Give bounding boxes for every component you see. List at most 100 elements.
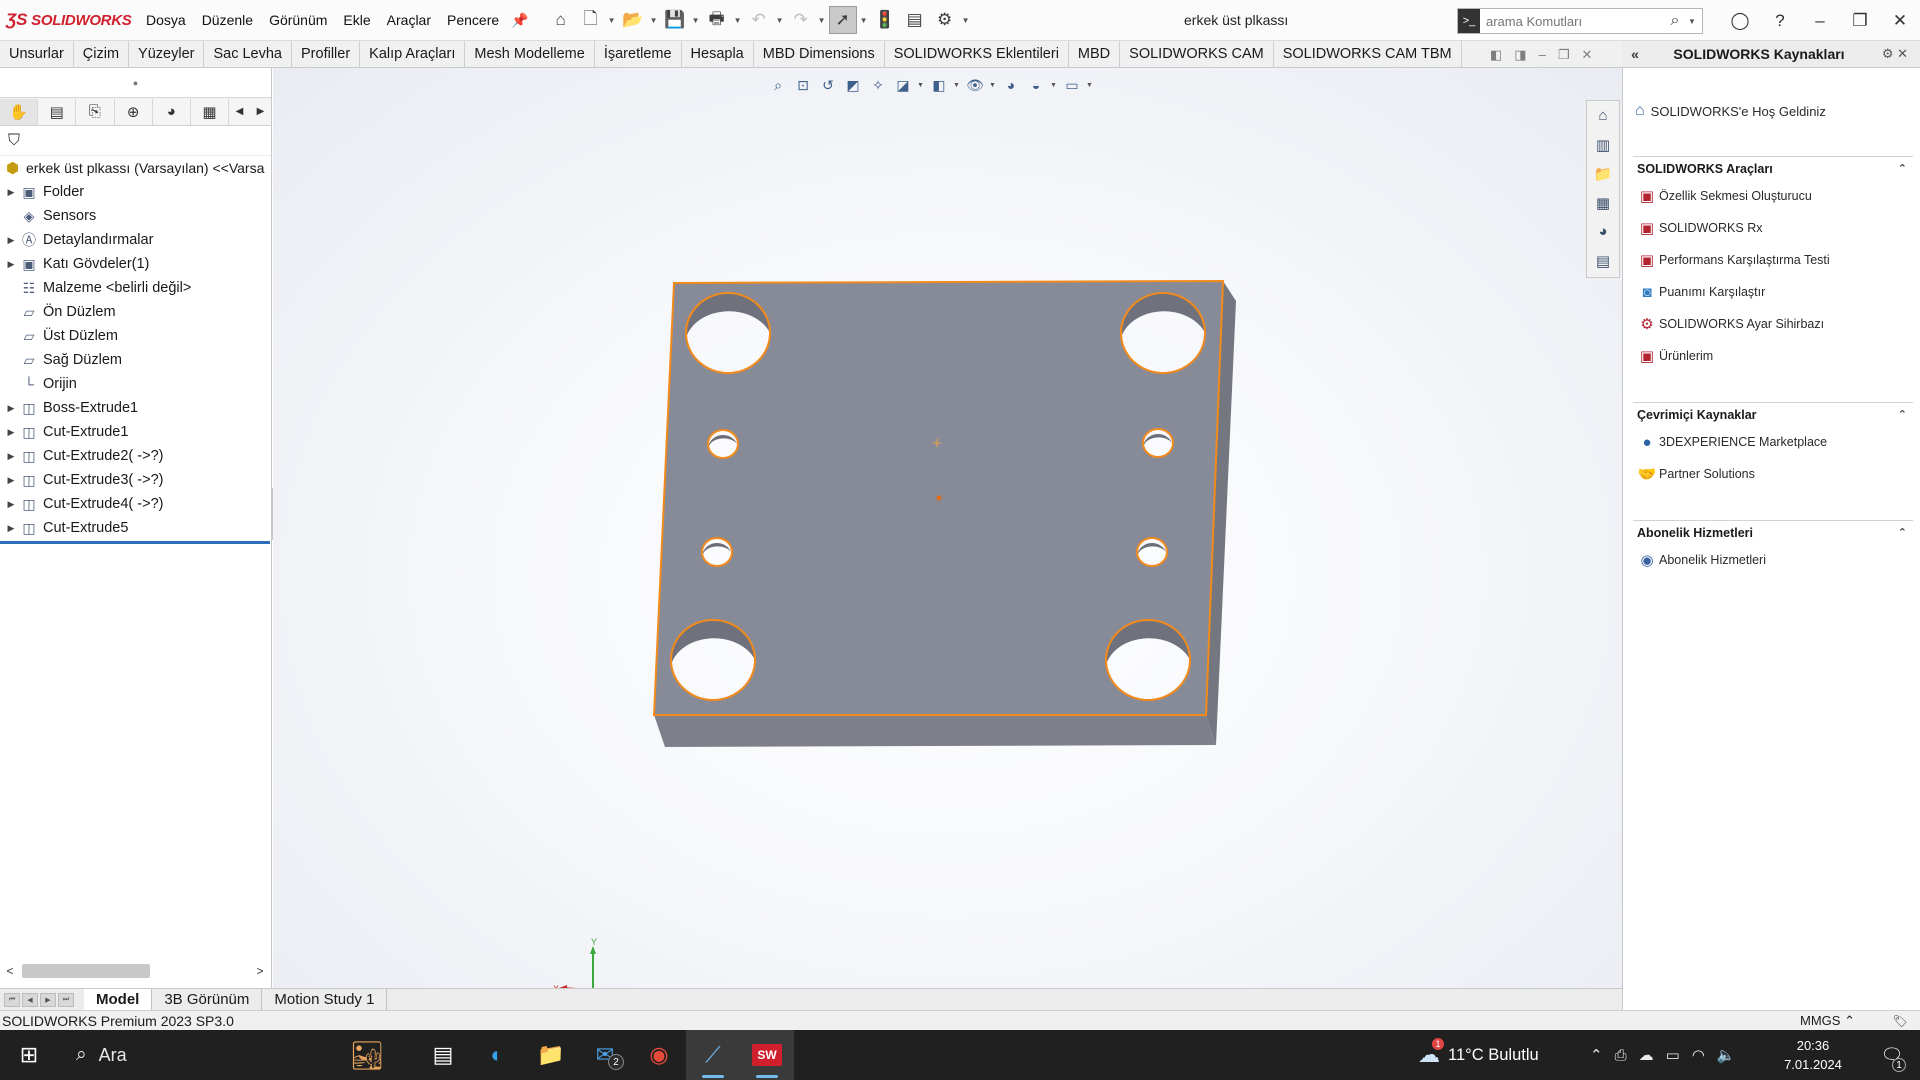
redo-icon[interactable]: ↷ (787, 6, 815, 34)
view-palette-tab-icon[interactable]: ▦ (1588, 188, 1618, 217)
tab-unsurlar[interactable]: Unsurlar (0, 41, 74, 67)
expand-icon[interactable]: ▶ (0, 451, 18, 462)
chevron-down-icon[interactable]: ▼ (691, 16, 701, 25)
chevron-down-icon[interactable]: ▼ (649, 16, 659, 25)
open-icon[interactable]: 📂 (619, 6, 647, 34)
chevron-down-icon[interactable]: ▼ (817, 16, 827, 25)
expand-icon[interactable]: ▶ (0, 499, 18, 510)
resource-property-tab-builder[interactable]: ▣ Özellik Sekmesi Oluşturucu (1633, 180, 1913, 212)
section-title[interactable]: Çevrimiçi Kaynaklar ⌃ (1633, 402, 1913, 426)
home-icon[interactable]: ⌂ (547, 6, 575, 34)
chevron-up-icon[interactable]: ⌃ (1898, 526, 1907, 539)
onedrive-icon[interactable]: ☁ (1639, 1046, 1654, 1064)
mail-icon[interactable]: ✉ 2 (578, 1030, 632, 1080)
chevron-down-icon[interactable]: ▼ (607, 16, 617, 25)
scroll-right-icon[interactable]: > (250, 964, 270, 978)
tab-yuzeyler[interactable]: Yüzeyler (129, 41, 205, 67)
file-properties-icon[interactable]: ▤ (901, 6, 929, 34)
welcome-link[interactable]: ⌂ SOLIDWORKS'e Hoş Geldiniz (1635, 102, 1826, 120)
tree-item-cut-extrude2[interactable]: ▶ ◫ Cut-Extrude2( ->?) (0, 444, 271, 468)
expand-icon[interactable]: ▶ (0, 403, 18, 414)
print-icon[interactable]: 🖶 (703, 6, 731, 34)
tree-item-cut-extrude4[interactable]: ▶ ◫ Cut-Extrude4( ->?) (0, 492, 271, 516)
status-tag-icon[interactable]: 🏷 (1880, 1014, 1920, 1028)
resource-3dexperience-marketplace[interactable]: ● 3DEXPERIENCE Marketplace (1633, 426, 1913, 458)
expand-icon[interactable]: ▶ (0, 259, 18, 270)
tab-isaretleme[interactable]: İşaretleme (595, 41, 682, 67)
next-tab-icon[interactable]: ▶ (40, 992, 56, 1007)
tree-item-top-plane[interactable]: ▱ Üst Düzlem (0, 324, 271, 348)
menu-dosya[interactable]: Dosya (138, 0, 194, 41)
tab-cizim[interactable]: Çizim (74, 41, 130, 67)
cam-tab-icon[interactable]: ▦ (191, 98, 230, 125)
dimxpert-tab-icon[interactable]: ⊕ (115, 98, 153, 125)
chevron-up-icon[interactable]: ⌃ (1898, 408, 1907, 421)
tree-item-origin[interactable]: └ Orijin (0, 372, 271, 396)
chrome-icon[interactable]: ◉ (632, 1030, 686, 1080)
resource-performance-benchmark[interactable]: ▣ Performans Karşılaştırma Testi (1633, 244, 1913, 276)
property-manager-tab-icon[interactable]: ▤ (38, 98, 77, 125)
graphics-area[interactable]: ⌕ ⊡ ↺ ◩ ✧ ◪ ▼ ◧ ▼ 👁 ▼ ◕ ◒ ▼ ▭ ▼ Y (273, 68, 1622, 990)
chevron-down-icon[interactable]: ▼ (859, 16, 869, 25)
volume-icon[interactable]: 🔈 (1717, 1046, 1736, 1064)
tree-item-right-plane[interactable]: ▱ Sağ Düzlem (0, 348, 271, 372)
search-highlight-icon[interactable]: 🏜 (318, 1030, 416, 1080)
tree-item-material[interactable]: ☷ Malzeme <belirli değil> (0, 276, 271, 300)
doc-close-icon[interactable]: ✕ (1581, 47, 1592, 63)
resource-settings-wizard[interactable]: ⚙ SOLIDWORKS Ayar Sihirbazı (1633, 308, 1913, 340)
tree-root-part[interactable]: ⬢ erkek üst plkassı (Varsayılan) <<Varsa (0, 156, 271, 180)
expand-icon[interactable]: ▶ (0, 187, 18, 198)
tree-item-sensors[interactable]: ◈ Sensors (0, 204, 271, 228)
tree-item-solid-bodies[interactable]: ▶ ▣ Katı Gövdeler(1) (0, 252, 271, 276)
chevron-down-icon[interactable]: ▼ (733, 16, 743, 25)
doc-restore-icon[interactable]: ❐ (1558, 47, 1570, 63)
collapse-panel-icon[interactable]: « (1622, 46, 1648, 62)
meet-now-icon[interactable]: ⎙ (1615, 1047, 1627, 1064)
app-swoosh-icon[interactable]: ⟋ (686, 1030, 740, 1080)
chevron-right-icon[interactable]: ▶ (250, 106, 271, 117)
chevron-up-icon[interactable]: ⌃ (1590, 1046, 1603, 1064)
tree-item-cut-extrude1[interactable]: ▶ ◫ Cut-Extrude1 (0, 420, 271, 444)
tree-item-boss-extrude1[interactable]: ▶ ◫ Boss-Extrude1 (0, 396, 271, 420)
tab-motion-study[interactable]: Motion Study 1 (262, 988, 388, 1011)
panel-splitter-dot[interactable]: ● (0, 68, 271, 98)
expand-icon[interactable]: ▶ (0, 427, 18, 438)
pin-icon[interactable]: 📌 (511, 12, 528, 29)
user-account-icon[interactable]: ◯ (1720, 11, 1760, 31)
chevron-down-icon[interactable]: ▼ (961, 16, 971, 25)
tile-right-icon[interactable]: ◨ (1514, 47, 1526, 63)
tree-item-folder[interactable]: ▶ ▣ Folder (0, 180, 271, 204)
display-manager-tab-icon[interactable]: ◕ (153, 98, 191, 125)
tab-solidworks-cam-tbm[interactable]: SOLIDWORKS CAM TBM (1274, 41, 1462, 67)
part-model-view[interactable] (273, 68, 1622, 990)
scroll-track[interactable] (20, 962, 250, 980)
solidworks-logo[interactable]: ƷS SOLIDWORKS (0, 10, 138, 30)
tab-mbd[interactable]: MBD (1069, 41, 1121, 67)
horizontal-scrollbar[interactable]: < > (0, 960, 270, 982)
solidworks-taskbar-icon[interactable]: SW (740, 1030, 794, 1080)
tree-item-annotations[interactable]: ▶ Ⓐ Detaylandırmalar (0, 228, 271, 252)
configuration-manager-tab-icon[interactable]: ⎘ (76, 98, 115, 125)
last-tab-icon[interactable]: ⏭ (58, 992, 74, 1007)
edge-browser-icon[interactable]: ◐ (470, 1030, 524, 1080)
undo-icon[interactable]: ↶ (745, 6, 773, 34)
chevron-up-icon[interactable]: ⌃ (1898, 162, 1907, 175)
first-tab-icon[interactable]: ⏮ (4, 992, 20, 1007)
feature-tree-tab-icon[interactable]: ✋ (0, 98, 39, 125)
resource-my-products[interactable]: ▣ Ürünlerim (1633, 340, 1913, 372)
expand-icon[interactable]: ▶ (0, 475, 18, 486)
unit-system-selector[interactable]: MMGS ⌃ (1800, 1013, 1880, 1029)
restore-icon[interactable]: ❐ (1840, 11, 1880, 31)
new-document-icon[interactable]: 🗋 (577, 6, 605, 34)
menu-ekle[interactable]: Ekle (335, 0, 378, 41)
scroll-left-icon[interactable]: < (0, 964, 20, 978)
tab-mbd-dimensions[interactable]: MBD Dimensions (754, 41, 885, 67)
tree-item-cut-extrude5[interactable]: ▶ ◫ Cut-Extrude5 (0, 516, 271, 540)
search-icon[interactable]: ⌕ (1662, 12, 1688, 30)
menu-pencere[interactable]: Pencere (439, 0, 507, 41)
tab-kalip-araclari[interactable]: Kalıp Araçları (360, 41, 466, 67)
design-library-tab-icon[interactable]: ▥ (1588, 130, 1618, 159)
resource-subscription-services[interactable]: ◉ Abonelik Hizmetleri (1633, 544, 1913, 576)
solidworks-resources-tab-icon[interactable]: ⌂ (1588, 101, 1618, 130)
section-title[interactable]: SOLIDWORKS Araçları ⌃ (1633, 156, 1913, 180)
